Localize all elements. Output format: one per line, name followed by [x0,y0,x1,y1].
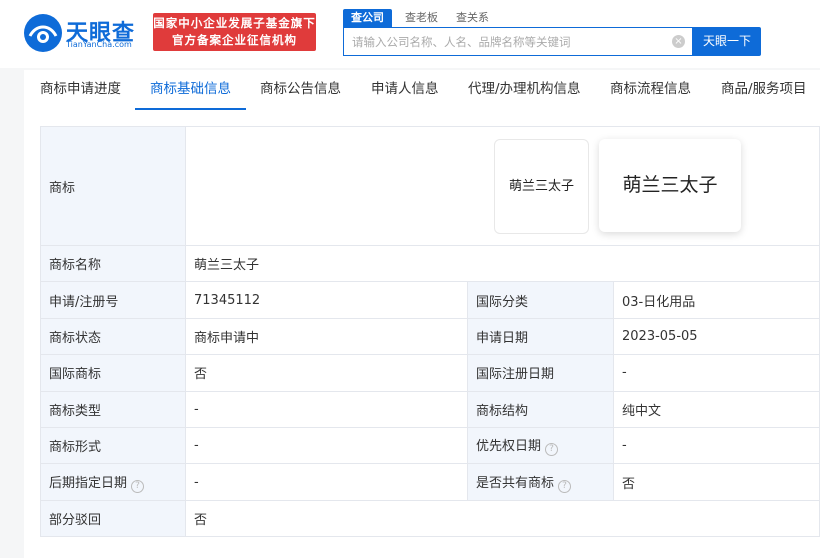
field-value: 71345112 [185,281,468,319]
tab-applicant[interactable]: 申请人信息 [371,70,439,110]
field-label: 商标状态 [40,317,186,356]
field-label: 国际注册日期 [467,354,614,392]
field-value: 2023-05-05 [613,317,820,356]
table-row: 商标名称 萌兰三太子 [40,244,820,283]
trademark-nav-tabs: 商标申请进度 商标基础信息 商标公告信息 申请人信息 代理/办理机构信息 商标流… [24,70,820,110]
banner-line-2: 官方备案企业征信机构 [172,33,297,47]
field-label: 商标形式 [40,426,186,465]
search-tab-boss[interactable]: 查老板 [405,9,438,27]
tab-basic-info[interactable]: 商标基础信息 [135,70,246,110]
trademark-basic-info-card: 商标 商标名称 萌兰三太子 申请/注册号 71345112 国际分类 03-日化… [24,110,820,558]
question-circle-icon[interactable]: ? [131,479,145,493]
trademark-preview: 萌兰三太子 [599,139,741,232]
field-label: 申请/注册号 [40,281,186,319]
table-row: 后期指定日期? - 是否共有商标? 否 [40,463,820,501]
field-label-text: 后期指定日期 [49,475,128,491]
close-circle-icon[interactable]: × [672,35,685,48]
field-value: 萌兰三太子 [185,244,820,283]
field-label: 国际分类 [467,281,614,319]
table-row: 申请/注册号 71345112 国际分类 03-日化用品 [40,281,820,319]
field-value: 否 [613,463,820,501]
search-button[interactable]: 天眼一下 [693,27,761,56]
field-label-text: 是否共有商标 [476,475,555,491]
field-value: - [613,426,820,465]
field-label-with-help: 后期指定日期? [40,463,186,501]
tab-process[interactable]: 商标流程信息 [610,70,691,110]
field-value: - [185,426,468,465]
field-value: 03-日化用品 [613,281,820,319]
question-circle-icon[interactable]: ? [558,479,572,493]
logo-subtitle: TianYanCha.com [66,40,132,49]
field-label: 国际商标 [40,354,186,392]
table-row: 商标状态 商标申请中 申请日期 2023-05-05 [40,317,820,356]
eye-logo-icon [24,14,62,52]
field-value: - [185,463,468,501]
tab-application-progress[interactable]: 商标申请进度 [40,70,121,110]
table-row: 国际商标 否 国际注册日期 - [40,354,820,392]
field-value: 否 [185,354,468,392]
top-header: 天眼查 TianYanCha.com 国家中小企业发展子基金旗下 官方备案企业征… [0,0,820,68]
tab-goods-services[interactable]: 商品/服务项目 [721,70,807,110]
search-tab-company[interactable]: 查公司 [343,9,392,27]
field-value: 否 [185,499,820,538]
field-value: - [185,390,468,428]
table-row: 部分驳回 否 [40,499,820,538]
search-box: × [343,27,693,56]
tab-agency[interactable]: 代理/办理机构信息 [468,70,581,110]
tab-announcement[interactable]: 商标公告信息 [260,70,341,110]
search-input[interactable] [344,28,664,55]
official-banner: 国家中小企业发展子基金旗下 官方备案企业征信机构 [153,13,316,51]
field-label: 商标名称 [40,244,186,283]
banner-line-1: 国家中小企业发展子基金旗下 [153,16,316,30]
field-label-with-help: 优先权日期? [467,426,614,465]
site-logo[interactable]: 天眼查 TianYanCha.com [22,12,147,54]
table-row: 商标类型 - 商标结构 纯中文 [40,390,820,428]
table-row: 商标形式 - 优先权日期? - [40,426,820,465]
trademark-thumbnail[interactable]: 萌兰三太子 [494,139,589,234]
field-value: - [613,354,820,392]
field-label: 商标类型 [40,390,186,428]
field-label-text: 优先权日期 [476,439,542,455]
field-label-with-help: 是否共有商标? [467,463,614,501]
mark-image-label: 商标 [40,126,186,246]
field-value: 商标申请中 [185,317,468,356]
field-label: 申请日期 [467,317,614,356]
field-value: 纯中文 [613,390,820,428]
field-label: 商标结构 [467,390,614,428]
field-label: 部分驳回 [40,499,186,538]
question-circle-icon[interactable]: ? [545,443,559,457]
search-tab-relation[interactable]: 查关系 [456,9,489,27]
